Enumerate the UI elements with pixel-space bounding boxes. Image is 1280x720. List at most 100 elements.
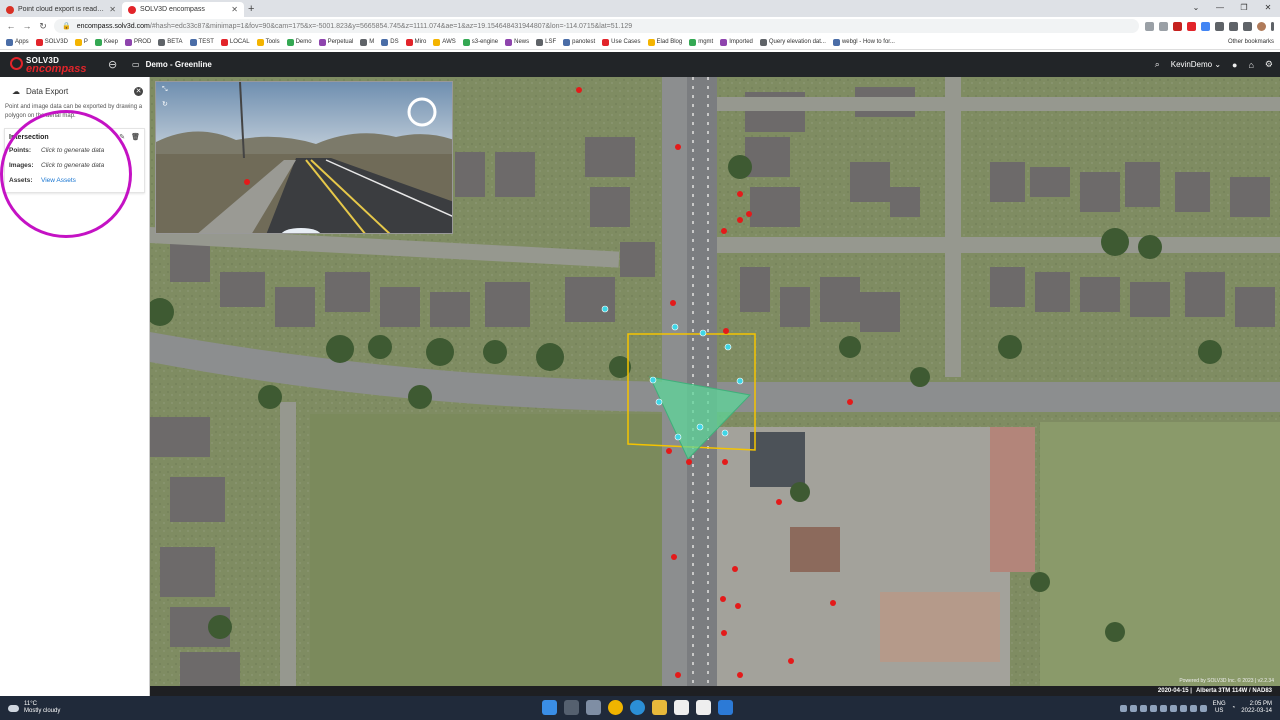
bookmark-item[interactable]: Miro bbox=[405, 38, 427, 46]
app-header: SOLV3D encompass ⊖ ▭ Demo - Greenline ⌕ … bbox=[0, 52, 1280, 77]
user-icon[interactable]: ● bbox=[1232, 60, 1237, 70]
clock[interactable]: 2:05 PM 2022-03-14 bbox=[1241, 701, 1272, 715]
bookmark-icon bbox=[647, 38, 655, 46]
street-view-inset[interactable]: ⤡ ↻ bbox=[155, 81, 453, 234]
header-actions: ⌕ KevinDemo ⌄ ● ⌂ ⚙ bbox=[1155, 59, 1273, 70]
bookmark-item[interactable]: Demo bbox=[286, 38, 312, 46]
bookmark-item[interactable]: Use Cases bbox=[602, 38, 641, 46]
user-name: KevinDemo bbox=[1170, 60, 1213, 69]
star-icon[interactable] bbox=[1159, 21, 1168, 31]
project-breadcrumb[interactable]: ▭ Demo - Greenline bbox=[132, 60, 212, 69]
windows-start-icon[interactable] bbox=[542, 700, 557, 715]
bookmark-icon bbox=[602, 38, 610, 46]
home-icon[interactable]: ⌂ bbox=[1248, 60, 1253, 70]
expand-icon[interactable]: ⤡ bbox=[162, 86, 168, 94]
bookmark-item[interactable]: Imported bbox=[720, 38, 753, 46]
tab-solv3d[interactable]: SOLV3D encompass ✕ bbox=[122, 2, 244, 17]
solv3d-logo[interactable]: SOLV3D encompass bbox=[10, 52, 110, 77]
images-generate-link[interactable]: Click to generate data bbox=[41, 162, 104, 169]
bookmark-item[interactable]: SOLV3D bbox=[35, 38, 68, 46]
task-view-icon[interactable] bbox=[586, 700, 601, 715]
bookmark-item[interactable]: webgl - How to for... bbox=[832, 38, 895, 46]
export-card: Intersection ✎ 🗑 Points: Click to genera… bbox=[4, 128, 145, 193]
bookmark-item[interactable]: PROD bbox=[124, 38, 151, 46]
extension-icon[interactable] bbox=[1215, 21, 1224, 31]
url-input[interactable]: 🔒 encompass.solv3d.com/#hash=edc33c87&mi… bbox=[54, 19, 1139, 33]
bookmark-label: AWS bbox=[442, 39, 456, 45]
bookmark-icon bbox=[189, 38, 197, 46]
bookmark-item[interactable]: M bbox=[360, 38, 374, 46]
bookmark-item[interactable]: mgmt bbox=[689, 38, 713, 46]
bookmark-item[interactable]: Elad Blog bbox=[647, 38, 682, 46]
close-tab-icon[interactable]: ✕ bbox=[109, 5, 116, 14]
bookmark-icon bbox=[759, 38, 767, 46]
back-arrow-icon[interactable]: ⊖ bbox=[108, 58, 124, 71]
wifi-icon[interactable]: ◔ bbox=[1232, 705, 1236, 711]
weather-widget[interactable]: 11°C Mostly cloudy bbox=[8, 701, 60, 715]
bookmark-item[interactable]: Query elevation dat... bbox=[759, 38, 826, 46]
minimize-icon[interactable]: — bbox=[1208, 0, 1232, 17]
edge-icon[interactable] bbox=[630, 700, 645, 715]
system-tray: ENG US ◔ 2:05 PM 2022-03-14 bbox=[1119, 701, 1272, 715]
view-assets-link[interactable]: View Assets bbox=[41, 177, 76, 184]
app-icon[interactable] bbox=[696, 700, 711, 715]
bookmark-icon bbox=[124, 38, 132, 46]
bookmark-label: TEST bbox=[198, 39, 214, 45]
bookmark-item[interactable]: Tools bbox=[256, 38, 280, 46]
close-icon[interactable]: ✕ bbox=[134, 87, 143, 96]
kebab-menu-icon[interactable] bbox=[1271, 21, 1274, 31]
app-icon[interactable] bbox=[674, 700, 689, 715]
close-tab-icon[interactable]: ✕ bbox=[231, 5, 238, 14]
points-row: Points: Click to generate data bbox=[9, 143, 140, 158]
language-indicator[interactable]: ENG US bbox=[1213, 701, 1226, 715]
gear-icon[interactable]: ⚙ bbox=[1265, 59, 1273, 70]
other-bookmarks[interactable]: Other bookmarks bbox=[1228, 39, 1274, 45]
puzzle-icon[interactable] bbox=[1229, 21, 1238, 31]
building bbox=[750, 432, 805, 487]
bookmark-item[interactable]: P bbox=[74, 38, 88, 46]
tray-icons[interactable] bbox=[1119, 704, 1207, 712]
bookmark-item[interactable]: DS bbox=[381, 38, 399, 46]
bookmark-label: Miro bbox=[414, 39, 427, 45]
rotate-icon[interactable]: ↻ bbox=[162, 100, 168, 108]
avatar[interactable] bbox=[1257, 21, 1266, 31]
bookmark-icon bbox=[318, 38, 326, 46]
extension-icon[interactable] bbox=[1173, 21, 1182, 31]
edit-icon[interactable]: ✎ bbox=[119, 133, 125, 141]
close-window-icon[interactable]: ✕ bbox=[1256, 0, 1280, 17]
bookmark-item[interactable]: LOCAL bbox=[220, 38, 250, 46]
bookmark-item[interactable]: LSF bbox=[536, 38, 556, 46]
points-generate-link[interactable]: Click to generate data bbox=[41, 147, 104, 154]
url-host: encompass.solv3d.com bbox=[76, 22, 150, 30]
bookmark-item[interactable]: AWS bbox=[433, 38, 456, 46]
forward-icon[interactable]: → bbox=[22, 21, 32, 31]
new-tab-button[interactable]: + bbox=[248, 2, 254, 17]
extension-icon[interactable] bbox=[1201, 21, 1210, 31]
file-explorer-icon[interactable] bbox=[652, 700, 667, 715]
solv3d-favicon-icon bbox=[128, 5, 136, 14]
bookmark-item[interactable]: TEST bbox=[189, 38, 214, 46]
chevron-down-icon[interactable]: ⌄ bbox=[1184, 0, 1208, 17]
bookmark-item[interactable]: Apps bbox=[6, 38, 29, 46]
share-icon[interactable] bbox=[1145, 21, 1154, 31]
bookmark-item[interactable]: Keep bbox=[94, 38, 118, 46]
chrome-icon[interactable] bbox=[608, 700, 623, 715]
extension-icon[interactable] bbox=[1187, 21, 1196, 31]
back-icon[interactable]: ← bbox=[6, 21, 16, 31]
bookmark-item[interactable]: BETA bbox=[158, 38, 183, 46]
bookmark-item[interactable]: Perpetual bbox=[318, 38, 353, 46]
folder-icon: ▭ bbox=[132, 60, 140, 69]
bookmark-item[interactable]: panotest bbox=[563, 38, 595, 46]
bookmark-item[interactable]: News bbox=[505, 38, 529, 46]
vscode-icon[interactable] bbox=[718, 700, 733, 715]
reload-icon[interactable]: ↻ bbox=[38, 21, 48, 32]
user-menu[interactable]: KevinDemo ⌄ bbox=[1171, 60, 1221, 69]
search-icon[interactable]: ⌕ bbox=[1155, 59, 1160, 70]
sidebar-icon[interactable] bbox=[1243, 21, 1252, 31]
search-icon[interactable] bbox=[564, 700, 579, 715]
bookmark-label: webgl - How to for... bbox=[841, 39, 895, 45]
trash-icon[interactable]: 🗑 bbox=[131, 133, 140, 141]
tab-gmail[interactable]: Point cloud export is ready for d ✕ bbox=[0, 2, 122, 17]
bookmark-item[interactable]: s3-engine bbox=[462, 38, 498, 46]
maximize-icon[interactable]: ❐ bbox=[1232, 0, 1256, 17]
